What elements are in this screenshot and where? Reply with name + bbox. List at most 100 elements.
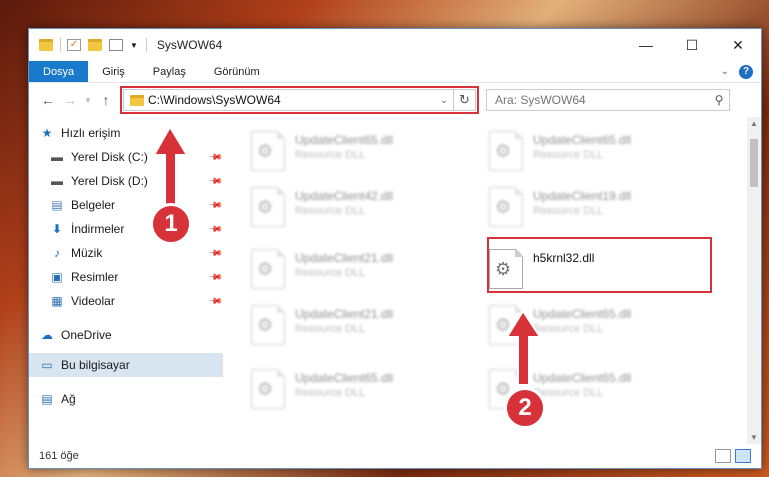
sidebar-item-label: Ağ <box>61 392 76 406</box>
file-name: UpdateClient19.dll <box>533 189 632 203</box>
file-tile[interactable]: ⚙ UpdateClient21.dll Resource DLL <box>251 301 471 351</box>
close-button[interactable]: ✕ <box>715 29 761 61</box>
scroll-down-icon[interactable]: ▼ <box>747 433 761 442</box>
pin-icon[interactable]: 📌 <box>208 197 223 213</box>
search-input[interactable] <box>495 93 709 107</box>
chevron-down-icon[interactable]: ⌄ <box>721 66 729 77</box>
pin-icon[interactable]: 📌 <box>208 269 223 285</box>
toolbar-divider <box>145 38 147 52</box>
sidebar-item-label: Videolar <box>71 294 115 308</box>
up-arrow-icon[interactable]: ↑ <box>95 92 117 108</box>
file-name: UpdateClient65.dll <box>533 133 632 147</box>
sidebar-item-label: Belgeler <box>71 198 116 212</box>
vertical-scrollbar[interactable]: ▲ ▼ <box>747 117 761 444</box>
search-box[interactable]: ⚲ <box>486 89 730 111</box>
sidebar-item-network[interactable]: ▤ Ağ <box>29 387 225 411</box>
pin-icon[interactable]: 📌 <box>208 221 223 237</box>
file-list: ⚙ UpdateClient65.dll Resource DLL ⚙ Updat… <box>225 117 761 444</box>
star-icon: ★ <box>41 126 53 140</box>
tab-file[interactable]: Dosya <box>29 61 89 82</box>
file-highlight-box <box>487 237 712 293</box>
forward-arrow-icon[interactable]: → <box>59 92 81 108</box>
file-type: Resource DLL <box>295 267 366 279</box>
customize-toolbar-icon[interactable] <box>109 39 123 51</box>
pin-icon[interactable]: 📌 <box>208 293 223 309</box>
file-type: Resource DLL <box>533 323 604 335</box>
step-2-badge: 2 <box>504 387 546 429</box>
file-tile[interactable]: ⚙ UpdateClient65.dll Resource DLL <box>251 127 471 177</box>
file-tile[interactable]: ⚙ UpdateClient19.dll Resource DLL <box>489 183 709 233</box>
file-type: Resource DLL <box>533 387 604 399</box>
tiles-view-icon[interactable] <box>735 449 751 463</box>
tab-share[interactable]: Paylaş <box>139 61 200 82</box>
scroll-up-icon[interactable]: ▲ <box>747 119 761 128</box>
back-arrow-icon[interactable]: ← <box>37 92 59 108</box>
pin-icon[interactable]: 📌 <box>208 173 223 189</box>
scrollbar-thumb[interactable] <box>750 139 758 187</box>
file-type: Resource DLL <box>295 387 366 399</box>
sidebar-item-label: Müzik <box>71 246 103 260</box>
folder-icon <box>39 39 53 51</box>
file-name: UpdateClient65.dll <box>533 371 632 385</box>
file-type: Resource DLL <box>295 205 366 217</box>
sidebar-item-this-pc[interactable]: ▭ Bu bilgisayar <box>29 353 223 377</box>
new-folder-icon[interactable] <box>88 39 102 51</box>
chevron-down-icon[interactable]: ▼ <box>130 41 138 50</box>
sidebar-item-onedrive[interactable]: ☁ OneDrive <box>29 323 225 347</box>
sidebar-item-label: Resimler <box>71 270 119 284</box>
sidebar-item-label: Yerel Disk (C:) <box>71 150 148 164</box>
sidebar-item-label: Bu bilgisayar <box>61 358 130 372</box>
pictures-icon: ▣ <box>51 270 63 284</box>
drive-icon: ▬ <box>51 150 63 164</box>
properties-icon[interactable]: ✓ <box>67 39 81 51</box>
sidebar-item-downloads[interactable]: ⬇ İndirmeler 📌 <box>29 217 225 241</box>
search-icon[interactable]: ⚲ <box>709 93 729 107</box>
download-icon: ⬇ <box>51 222 63 236</box>
file-tile[interactable]: ⚙ UpdateClient65.dll Resource DLL <box>251 365 471 415</box>
file-name: UpdateClient65.dll <box>533 307 632 321</box>
sidebar-item-label: Hızlı erişim <box>61 126 121 140</box>
music-icon: ♪ <box>54 246 60 260</box>
details-view-icon[interactable] <box>715 449 731 463</box>
dll-file-icon: ⚙ <box>251 368 286 409</box>
dll-file-icon: ⚙ <box>251 248 286 289</box>
dll-file-icon: ⚙ <box>251 186 286 227</box>
explorer-window: ✓ ▼ SysWOW64 — ☐ ✕ Dosya Giriş Paylaş Gö… <box>28 28 762 469</box>
tab-home[interactable]: Giriş <box>88 61 139 82</box>
sidebar-item-pictures[interactable]: ▣ Resimler 📌 <box>29 265 225 289</box>
address-bar[interactable]: C:\Windows\SysWOW64 ⌄ ↻ <box>120 86 479 114</box>
videos-icon: ▦ <box>51 294 63 308</box>
status-bar: 161 öğe <box>29 444 761 468</box>
maximize-button[interactable]: ☐ <box>669 29 715 61</box>
file-tile[interactable]: ⚙ UpdateClient21.dll Resource DLL <box>251 245 471 295</box>
file-tile[interactable]: ⚙ UpdateClient65.dll Resource DLL <box>489 127 709 177</box>
file-name: UpdateClient65.dll <box>295 371 394 385</box>
sidebar-item-disk-d[interactable]: ▬ Yerel Disk (D:) 📌 <box>29 169 225 193</box>
title-bar: ✓ ▼ SysWOW64 — ☐ ✕ <box>29 29 761 61</box>
file-tile[interactable]: ⚙ UpdateClient42.dll Resource DLL <box>251 183 471 233</box>
file-type: Resource DLL <box>295 149 366 161</box>
pin-icon[interactable]: 📌 <box>208 149 223 165</box>
file-type: Resource DLL <box>533 149 604 161</box>
sidebar-item-disk-c[interactable]: ▬ Yerel Disk (C:) 📌 <box>29 145 225 169</box>
pin-icon[interactable]: 📌 <box>208 245 223 261</box>
cloud-icon: ☁ <box>41 328 53 342</box>
dll-file-icon: ⚙ <box>489 186 524 227</box>
recent-locations-icon[interactable]: ▼ <box>81 96 95 105</box>
sidebar-item-videos[interactable]: ▦ Videolar 📌 <box>29 289 225 313</box>
minimize-button[interactable]: — <box>623 29 669 61</box>
file-tile[interactable]: ⚙ UpdateClient65.dll Resource DLL <box>489 301 709 351</box>
item-count: 161 öğe <box>39 450 79 462</box>
sidebar-item-quick-access[interactable]: ★ Hızlı erişim <box>29 121 225 145</box>
navigation-pane: ★ Hızlı erişim ▬ Yerel Disk (C:) 📌 ▬ Yer… <box>29 117 225 444</box>
help-icon[interactable]: ? <box>739 64 753 79</box>
file-type: Resource DLL <box>533 205 604 217</box>
window-title: SysWOW64 <box>156 38 223 52</box>
file-name: UpdateClient21.dll <box>295 251 394 265</box>
drive-icon: ▬ <box>51 174 63 188</box>
sidebar-item-music[interactable]: ♪ Müzik 📌 <box>29 241 225 265</box>
file-type: Resource DLL <box>295 323 366 335</box>
tab-view[interactable]: Görünüm <box>200 61 274 82</box>
file-name: UpdateClient42.dll <box>295 189 394 203</box>
sidebar-item-documents[interactable]: ▤ Belgeler 📌 <box>29 193 225 217</box>
